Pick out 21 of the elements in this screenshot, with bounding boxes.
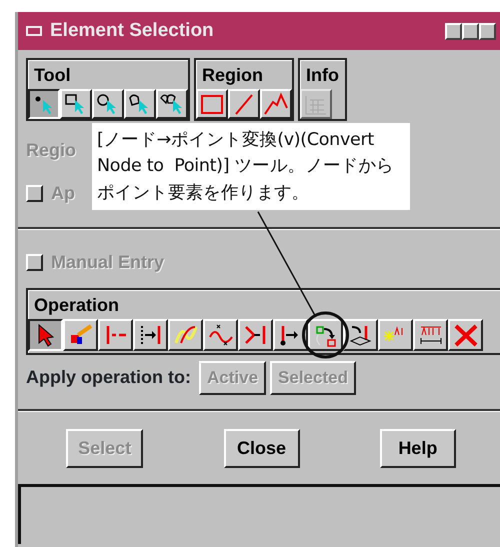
group-title: Info [305,64,340,87]
dialog-button[interactable]: Close [224,428,300,468]
maximize-button[interactable] [462,22,479,40]
window-menu-icon[interactable] [26,26,42,36]
tool-icon [263,92,289,116]
close-button[interactable] [479,22,496,40]
group-title: Region [201,64,264,87]
minimize-button[interactable] [445,22,462,40]
tool-icon [452,323,478,347]
dialog-button[interactable]: Help [380,428,456,468]
callout-text: [ノード→ポイント変換(v)(Convert Node to Point)] ツール。ノードからポイント要素を作ります。 [92,123,410,210]
tool-icon [208,323,234,347]
tool-button[interactable] [28,319,63,351]
apply-label: Apply operation to: [26,366,191,390]
tool-button[interactable] [28,89,60,119]
tool-icon [199,92,225,116]
tool-icon [242,323,268,347]
group-title: Tool [33,64,72,87]
group-title: Operation [33,294,120,317]
tool-icon [348,323,374,347]
window-title: Element Selection [50,18,214,43]
